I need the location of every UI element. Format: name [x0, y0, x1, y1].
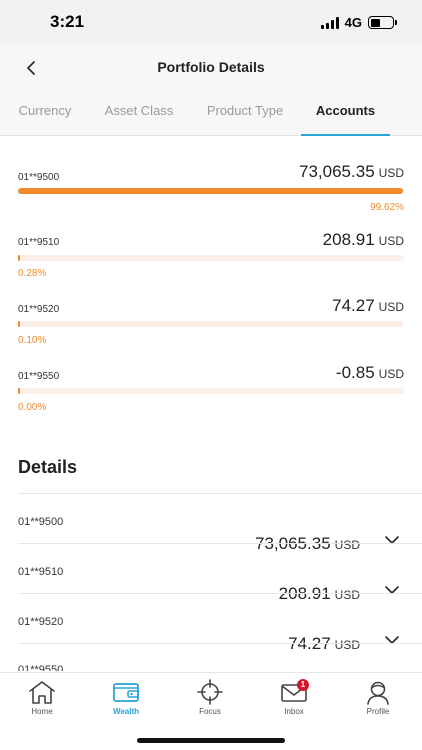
crosshair-icon	[197, 679, 223, 705]
account-amount: 73,065.35 USD	[299, 162, 404, 182]
nav-inbox[interactable]: 1 Inbox	[264, 679, 324, 723]
detail-account-id: 01**9550	[18, 664, 64, 671]
amount-value: -0.85	[335, 363, 375, 382]
allocation-bar-fill	[18, 188, 403, 194]
amount-value: 74.27	[332, 296, 375, 315]
detail-account-id: 01**9500	[18, 516, 64, 528]
account-amount: -0.85 USD	[336, 363, 404, 383]
allocation-bar	[18, 255, 404, 261]
nav-label: Focus	[199, 707, 221, 716]
account-allocation-row[interactable]: 01**9510 208.91 USD 0.28%	[0, 228, 422, 288]
battery-icon	[368, 16, 397, 29]
detail-account-id: 01**9510	[18, 566, 64, 578]
amount-currency: USD	[378, 300, 404, 314]
allocation-percent: 0.10%	[18, 335, 47, 346]
network-type: 4G	[344, 15, 362, 30]
nav-wealth[interactable]: Wealth	[96, 679, 156, 723]
account-amount: 74.27 USD	[332, 296, 404, 316]
signal-icon	[320, 16, 339, 29]
detail-row[interactable]: 01**9500 73,065.35 USD	[18, 493, 422, 553]
nav-focus[interactable]: Focus	[180, 679, 240, 723]
detail-account-id: 01**9520	[18, 616, 64, 628]
status-bar: 3:21 4G	[0, 0, 422, 44]
amount-currency: USD	[378, 367, 404, 381]
amount-currency: USD	[378, 234, 404, 248]
account-id: 01**9510	[18, 237, 60, 248]
page-title: Portfolio Details	[157, 59, 265, 75]
nav-profile[interactable]: Profile	[348, 679, 408, 723]
home-icon	[29, 681, 55, 704]
details-list: 01**9500 73,065.35 USD 01**9510 208.91 USD…	[18, 493, 422, 671]
home-indicator	[137, 738, 285, 743]
nav-label: Wealth	[112, 707, 140, 716]
allocation-percent: 0.28%	[18, 268, 47, 279]
amount-currency: USD	[378, 166, 404, 180]
details-heading: Details	[18, 457, 78, 477]
account-id: 01**9550	[18, 371, 60, 382]
account-allocation-row[interactable]: 01**9500 73,065.35 USD 99.62%	[0, 160, 422, 220]
allocation-bar-fill	[18, 388, 20, 394]
amount-value: 208.91	[322, 230, 375, 249]
allocation-bar-fill	[18, 255, 20, 261]
tab-currency[interactable]: Currency	[0, 92, 90, 136]
nav-label: Profile	[366, 707, 390, 716]
tab-accounts[interactable]: Accounts	[301, 92, 390, 136]
nav-home[interactable]: Home	[12, 679, 72, 723]
detail-row[interactable]: 01**9510 208.91 USD	[18, 543, 422, 603]
inbox-badge: 1	[297, 679, 309, 691]
allocation-bar-fill	[18, 321, 20, 327]
detail-row[interactable]: 01**9550	[18, 643, 422, 671]
wallet-icon	[113, 683, 139, 702]
allocation-bar	[18, 388, 404, 394]
header: Portfolio Details	[0, 44, 422, 92]
account-allocation-row[interactable]: 01**9520 74.27 USD 0.10%	[0, 295, 422, 355]
nav-label: Inbox	[284, 707, 304, 716]
status-indicators: 4G	[320, 15, 397, 30]
account-amount: 208.91 USD	[323, 230, 404, 250]
allocation-percent: 0.00%	[18, 402, 47, 413]
allocation-bar	[18, 321, 404, 327]
allocation-percent: 99.62%	[370, 202, 404, 213]
account-id: 01**9520	[18, 304, 60, 315]
account-id: 01**9500	[18, 172, 60, 183]
account-allocation-row[interactable]: 01**9550 -0.85 USD 0.00%	[0, 362, 422, 422]
status-time: 3:21	[50, 12, 85, 31]
nav-label: Home	[31, 707, 53, 716]
tab-product-type[interactable]: Product Type	[192, 92, 298, 136]
tab-bar: Currency Asset Class Product Type Accoun…	[0, 92, 422, 136]
profile-icon	[367, 681, 389, 705]
tab-asset-class[interactable]: Asset Class	[92, 92, 186, 136]
detail-row[interactable]: 01**9520 74.27 USD	[18, 593, 422, 653]
allocation-bar	[18, 188, 404, 194]
amount-value: 73,065.35	[299, 162, 375, 181]
